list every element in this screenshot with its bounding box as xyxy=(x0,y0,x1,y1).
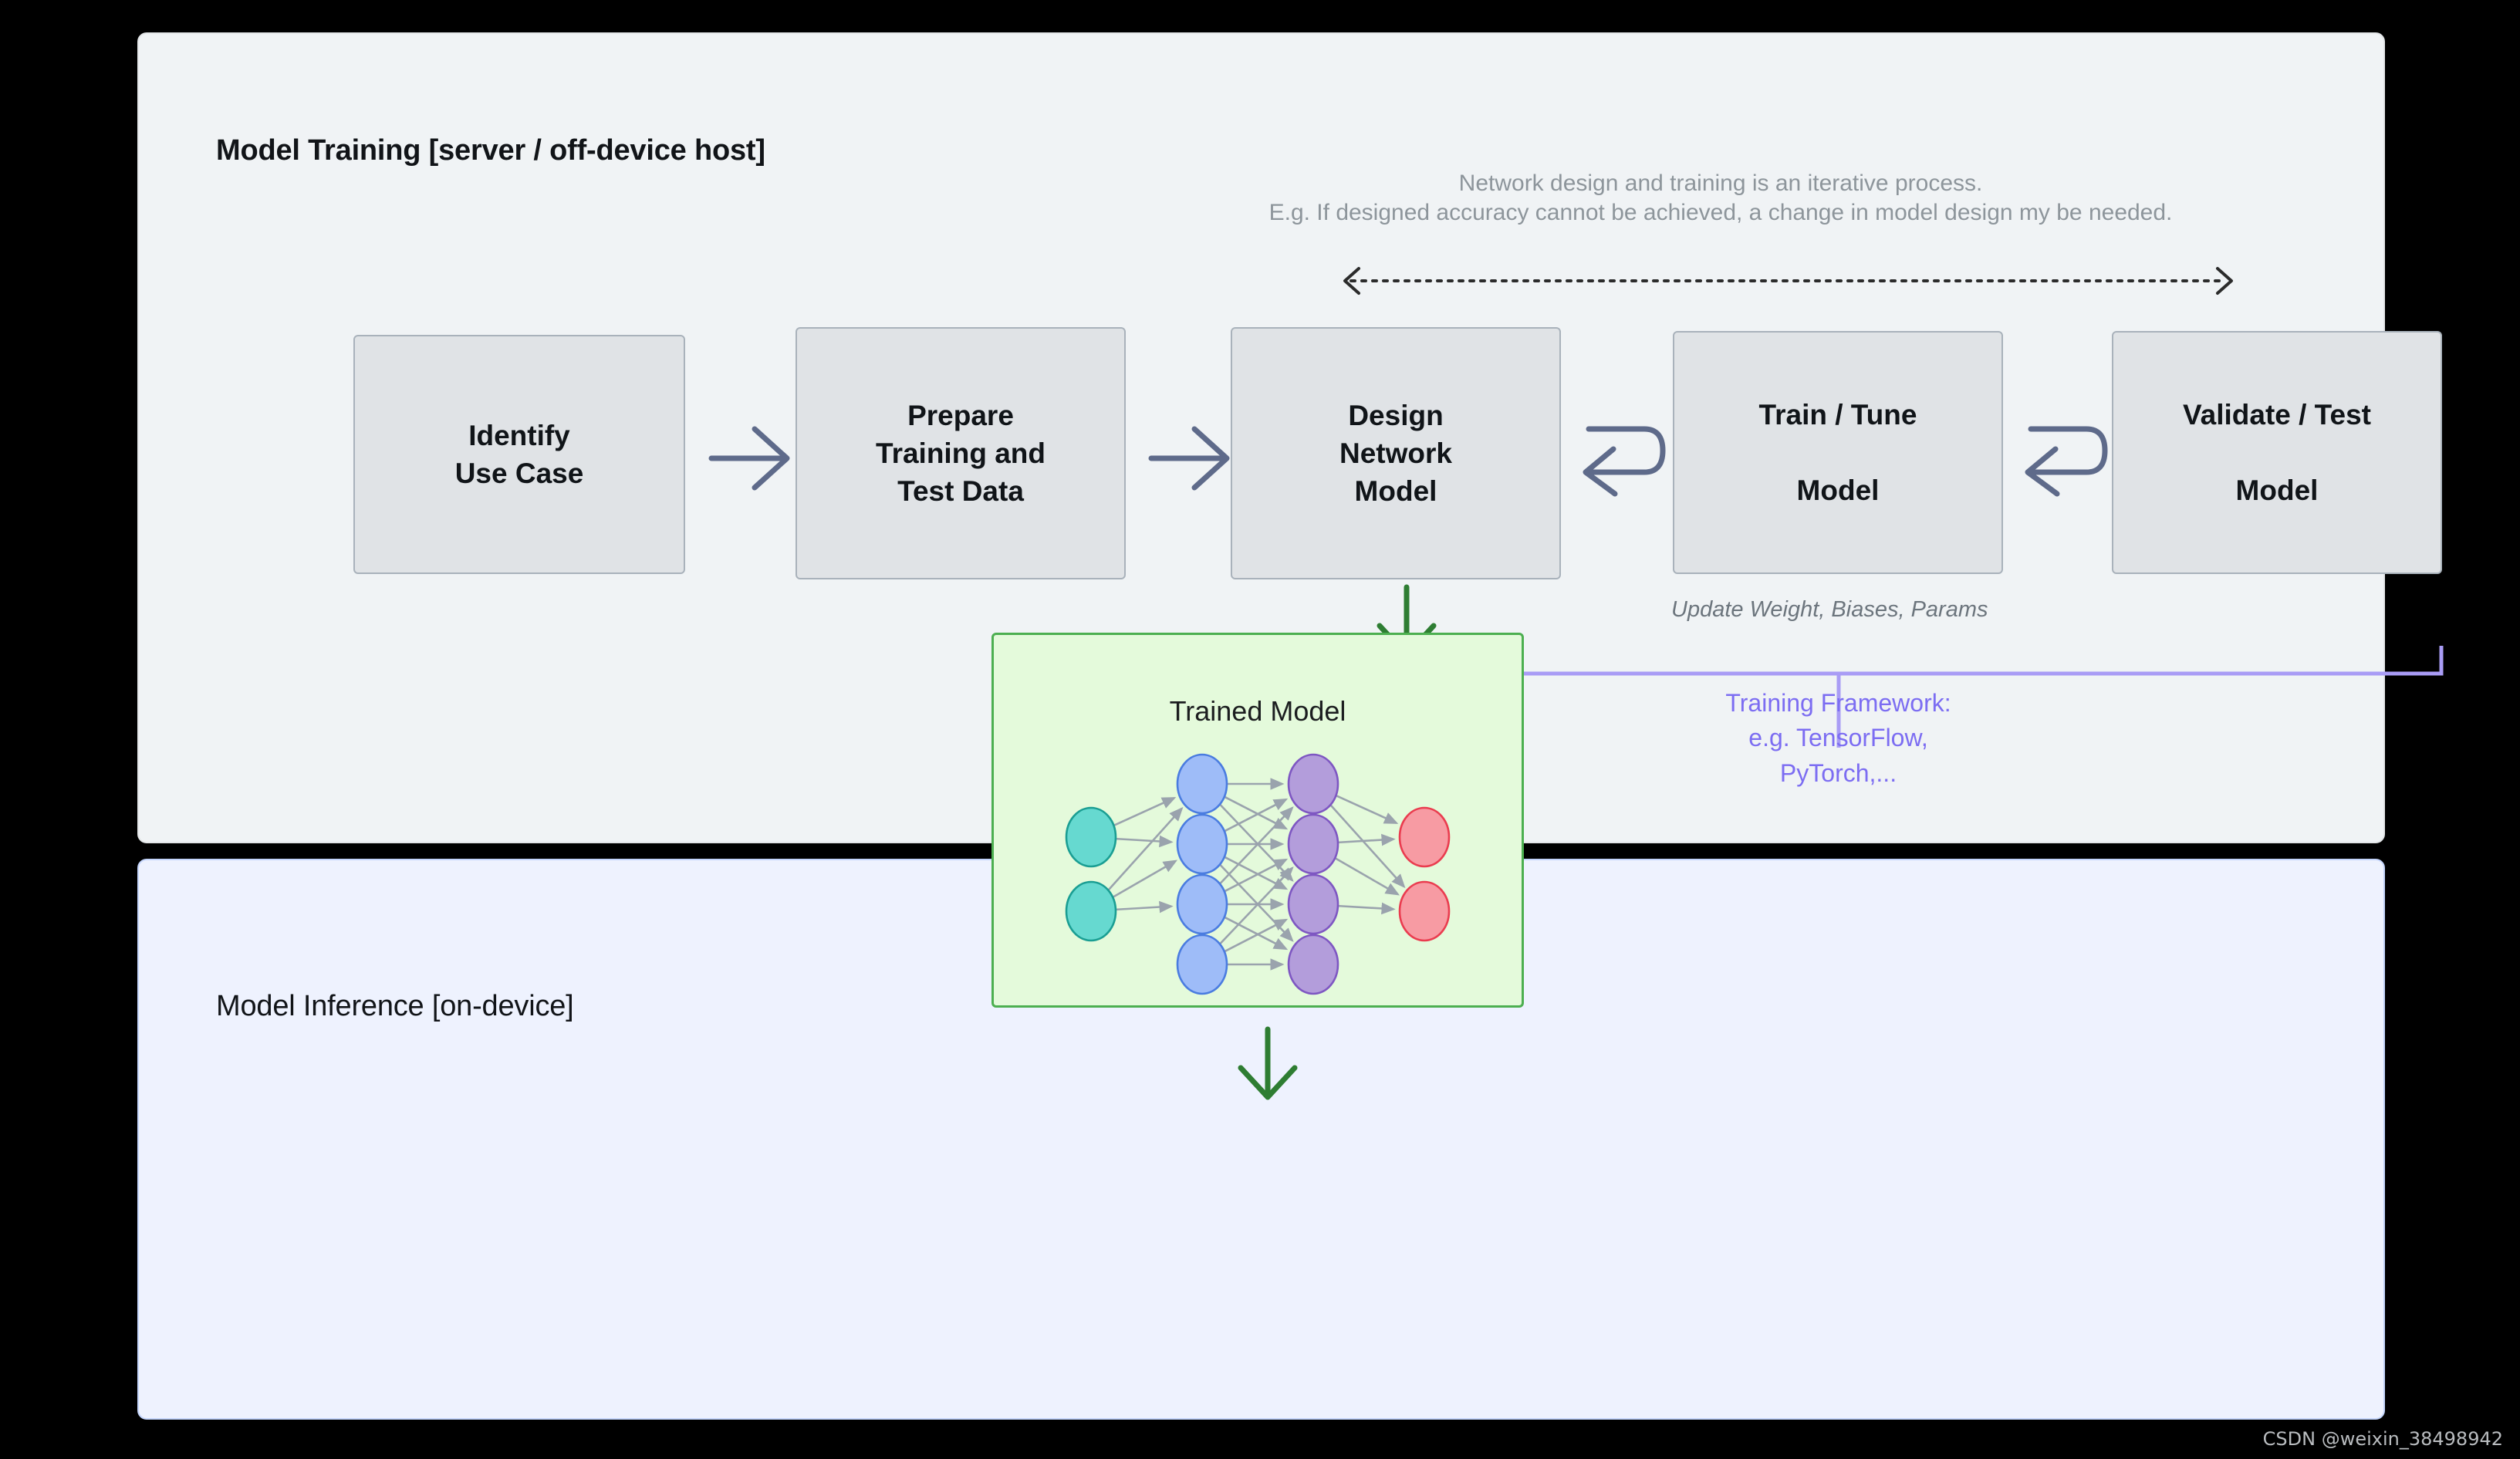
iteration-bidirectional-arrow xyxy=(1343,267,2233,295)
framework-line3: PyTorch,... xyxy=(1779,758,1897,787)
step-label: Prepare Training and Test Data xyxy=(876,399,1045,508)
nn-node-hidden2 xyxy=(1287,873,1339,935)
model-inference-title: Model Inference [on-device] xyxy=(216,990,574,1022)
nn-node-hidden1 xyxy=(1176,934,1228,995)
nn-node-hidden2 xyxy=(1287,813,1339,875)
nn-node-hidden1 xyxy=(1176,753,1228,815)
neural-network-graphic xyxy=(1065,753,1451,995)
diagram-canvas: Model Training [server / off-device host… xyxy=(0,0,2520,1459)
loop-arrow-train-to-design xyxy=(1583,426,1666,497)
loop-arrow-validate-to-train xyxy=(2025,426,2108,497)
nn-node-output xyxy=(1398,880,1451,942)
step-label: Identify Use Case xyxy=(454,419,584,489)
step-box-prepare-training-and-test-data[interactable]: Prepare Training and Test Data xyxy=(796,327,1126,579)
arrow-prepare-to-design xyxy=(1148,426,1230,491)
iteration-note-line1: Network design and training is an iterat… xyxy=(1458,171,1983,196)
iteration-note: Network design and training is an iterat… xyxy=(1235,169,2207,227)
nn-node-hidden1 xyxy=(1176,873,1228,935)
step-label: Train / Tune Model xyxy=(1758,398,1917,507)
nn-node-input xyxy=(1065,806,1117,868)
nn-node-hidden2 xyxy=(1287,934,1339,995)
framework-line2: e.g. TensorFlow, xyxy=(1748,724,1928,752)
iteration-note-line2: E.g. If designed accuracy cannot be achi… xyxy=(1268,199,2173,225)
trained-model-card[interactable]: Trained Model xyxy=(991,633,1524,1008)
step-box-identify-use-case[interactable]: Identify Use Case xyxy=(353,335,685,574)
arrow-trained-model-to-inference xyxy=(1238,1026,1298,1100)
training-framework-label: Training Framework: e.g. TensorFlow, PyT… xyxy=(1678,686,1998,791)
trained-model-title: Trained Model xyxy=(1169,695,1346,727)
step-label: Design Network Model xyxy=(1339,399,1452,508)
nn-node-hidden1 xyxy=(1176,813,1228,875)
framework-line1: Training Framework: xyxy=(1725,689,1951,717)
nn-node-input xyxy=(1065,880,1117,942)
nn-node-output xyxy=(1398,806,1451,868)
watermark: CSDN @weixin_38498942 xyxy=(2262,1428,2503,1450)
update-weights-label: Update Weight, Biases, Params xyxy=(1671,597,1988,622)
step-label: Validate / Test Model xyxy=(2182,398,2372,507)
model-training-title: Model Training [server / off-device host… xyxy=(216,134,765,167)
arrow-identify-to-prepare xyxy=(708,426,790,491)
step-box-validate-test-model[interactable]: Validate / Test Model xyxy=(2112,331,2442,574)
step-box-train-tune-model[interactable]: Train / Tune Model xyxy=(1673,331,2003,574)
nn-node-hidden2 xyxy=(1287,753,1339,815)
step-box-design-network-model[interactable]: Design Network Model xyxy=(1231,327,1561,579)
